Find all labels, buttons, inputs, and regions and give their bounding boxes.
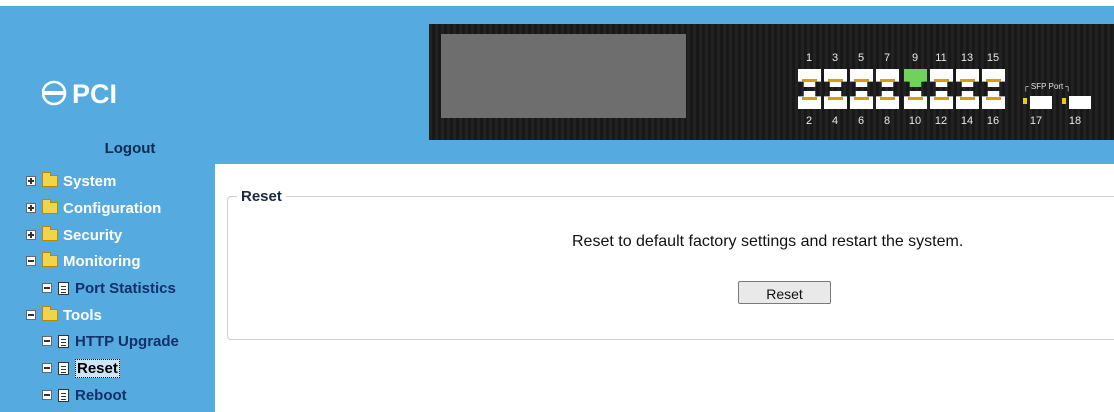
ethernet-port-6: [850, 91, 873, 109]
collapse-icon: [42, 283, 52, 293]
sidebar-item-http-upgrade[interactable]: HTTP Upgrade: [42, 330, 179, 352]
port-number-label: 10: [908, 115, 922, 127]
section-title: Reset: [237, 188, 286, 205]
sfp-port-18: [1069, 96, 1091, 109]
port-number-label: 4: [831, 115, 839, 127]
collapse-icon: [42, 336, 52, 346]
port-number-label: 17: [1029, 115, 1043, 127]
expand-icon[interactable]: [26, 230, 36, 240]
sfp-port-17: [1030, 96, 1052, 109]
ethernet-port-10: [904, 91, 927, 109]
logout-link[interactable]: Logout: [60, 140, 200, 157]
pci-logo: PCI: [42, 79, 117, 108]
sfp-port-label: ┌ SFP Port ┐: [1023, 82, 1072, 91]
sidebar-item-monitoring[interactable]: Monitoring: [26, 250, 140, 272]
ethernet-port-7: [876, 69, 899, 87]
ethernet-port-16: [982, 91, 1005, 109]
port-number-label: 11: [935, 52, 947, 64]
sidebar-item-reset[interactable]: Reset: [42, 357, 120, 379]
open-folder-icon: [42, 252, 58, 267]
collapse-icon[interactable]: [26, 256, 36, 266]
folder-icon: [42, 199, 58, 214]
ethernet-port-13: [956, 69, 979, 87]
ethernet-port-4: [824, 91, 847, 109]
page-icon: [58, 388, 69, 402]
port-number-label: 14: [960, 115, 974, 127]
switch-front-panel: 1 3 5 7 9 11 13 15 2 4 6 8 10 12 14 16 ┌ SFP Port ┐ 17 18: [429, 24, 1114, 140]
collapse-icon[interactable]: [26, 310, 36, 320]
reset-fieldset: [227, 196, 1114, 340]
expand-icon[interactable]: [26, 176, 36, 186]
page-icon: [58, 334, 69, 348]
sidebar-item-reboot[interactable]: Reboot: [42, 384, 127, 406]
ethernet-port-11: [930, 69, 953, 87]
ethernet-port-3: [824, 69, 847, 87]
ethernet-port-14: [956, 91, 979, 109]
sidebar-item-label: HTTP Upgrade: [75, 332, 179, 350]
reset-button[interactable]: Reset: [738, 281, 831, 304]
port-number-label: 8: [883, 115, 891, 127]
ethernet-port-15: [982, 69, 1005, 87]
expand-icon[interactable]: [26, 203, 36, 213]
port-number-label: 3: [831, 52, 839, 64]
logo-text: PCI: [72, 79, 117, 108]
sidebar-item-label: Configuration: [63, 199, 162, 217]
page-icon: [58, 361, 69, 375]
open-folder-icon: [42, 306, 58, 321]
sidebar-item-port-statistics[interactable]: Port Statistics: [42, 277, 176, 299]
sidebar-item-label: System: [63, 172, 117, 190]
port-number-label: 5: [857, 52, 865, 64]
port-number-label: 1: [805, 52, 813, 64]
sfp-led: [1062, 98, 1066, 104]
port-number-label: 16: [986, 115, 1000, 127]
port-number-label: 9: [911, 52, 919, 64]
folder-icon: [42, 172, 58, 187]
ethernet-port-12: [930, 91, 953, 109]
port-number-label: 2: [805, 115, 813, 127]
sidebar-item-label: Reboot: [75, 386, 127, 404]
ethernet-port-2: [798, 91, 821, 109]
sidebar-item-label: Security: [63, 226, 123, 244]
sidebar-item-tools[interactable]: Tools: [26, 304, 102, 326]
collapse-icon: [42, 363, 52, 373]
sidebar-item-label: Reset: [75, 358, 120, 378]
sfp-led: [1023, 98, 1027, 104]
port-number-label: 7: [883, 52, 891, 64]
panel-display: [441, 34, 686, 118]
sidebar-item-security[interactable]: Security: [26, 224, 122, 246]
ethernet-port-8: [876, 91, 899, 109]
collapse-icon: [42, 390, 52, 400]
sidebar-item-label: Tools: [63, 306, 102, 324]
port-number-label: 6: [857, 115, 865, 127]
reset-description: Reset to default factory settings and re…: [572, 233, 964, 250]
folder-icon: [42, 226, 58, 241]
ethernet-port-1: [798, 69, 821, 87]
port-number-label: 12: [934, 115, 948, 127]
sidebar-item-label: Port Statistics: [75, 279, 176, 297]
sidebar-item-system[interactable]: System: [26, 170, 116, 192]
ethernet-port-5: [850, 69, 873, 87]
page-icon: [58, 281, 69, 295]
ethernet-port-9: [904, 69, 927, 87]
main-content: Reset Reset to default factory settings …: [215, 164, 1114, 412]
port-number-label: 13: [960, 52, 974, 64]
port-number-label: 18: [1068, 115, 1082, 127]
port-number-label: 15: [986, 52, 1000, 64]
sidebar-item-label: Monitoring: [63, 252, 141, 270]
sidebar-item-configuration[interactable]: Configuration: [26, 197, 161, 219]
